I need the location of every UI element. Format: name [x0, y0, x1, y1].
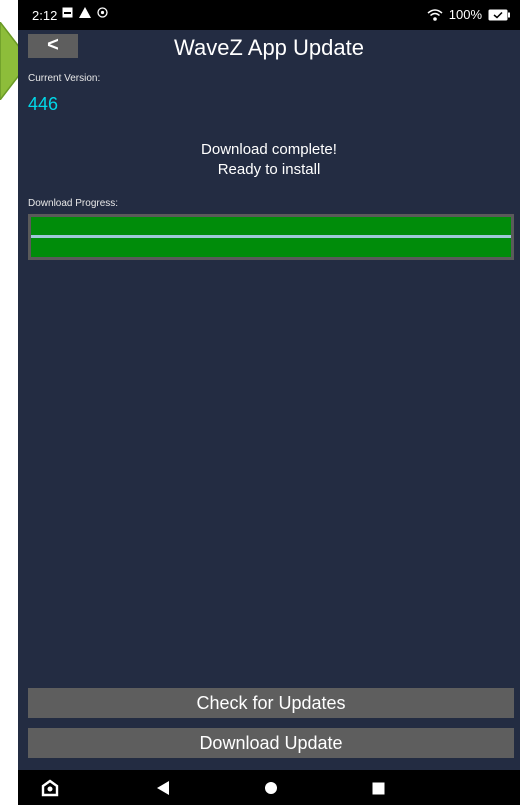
settings-icon — [97, 7, 108, 18]
current-version-value: 446 — [28, 94, 59, 114]
current-version-label: Current Version: — [28, 73, 101, 84]
progress-highlight-line — [31, 235, 511, 238]
app-header: < WaveZ App Update — [18, 30, 520, 70]
wifi-icon — [427, 8, 443, 21]
home-assistant-icon[interactable] — [40, 778, 60, 798]
recents-nav-icon[interactable] — [368, 778, 388, 798]
phone-screen: 2:12 100% < WaveZ App Update Current Ver… — [18, 0, 520, 805]
home-nav-icon[interactable] — [261, 778, 281, 798]
download-progress-bar — [28, 214, 514, 260]
battery-percent: 100% — [448, 7, 482, 22]
status-notifications — [62, 7, 108, 18]
status-line-ready: Ready to install — [217, 161, 321, 178]
navigation-bar — [18, 770, 520, 805]
back-nav-icon[interactable] — [153, 778, 173, 798]
download-update-button[interactable]: Download Update — [28, 728, 514, 758]
download-status-message: Download complete! Ready to install — [18, 140, 520, 180]
alert-icon — [79, 7, 91, 18]
check-for-updates-button[interactable]: Check for Updates — [28, 688, 514, 718]
status-time: 2:12 — [32, 8, 58, 23]
notification-icon — [62, 7, 73, 18]
status-line-complete: Download complete! — [201, 141, 337, 158]
status-system: 100% — [427, 7, 510, 22]
page-title: WaveZ App Update — [174, 35, 364, 60]
battery-icon — [488, 9, 510, 20]
status-bar: 2:12 100% — [18, 0, 520, 30]
download-progress-label: Download Progress: — [28, 198, 119, 209]
